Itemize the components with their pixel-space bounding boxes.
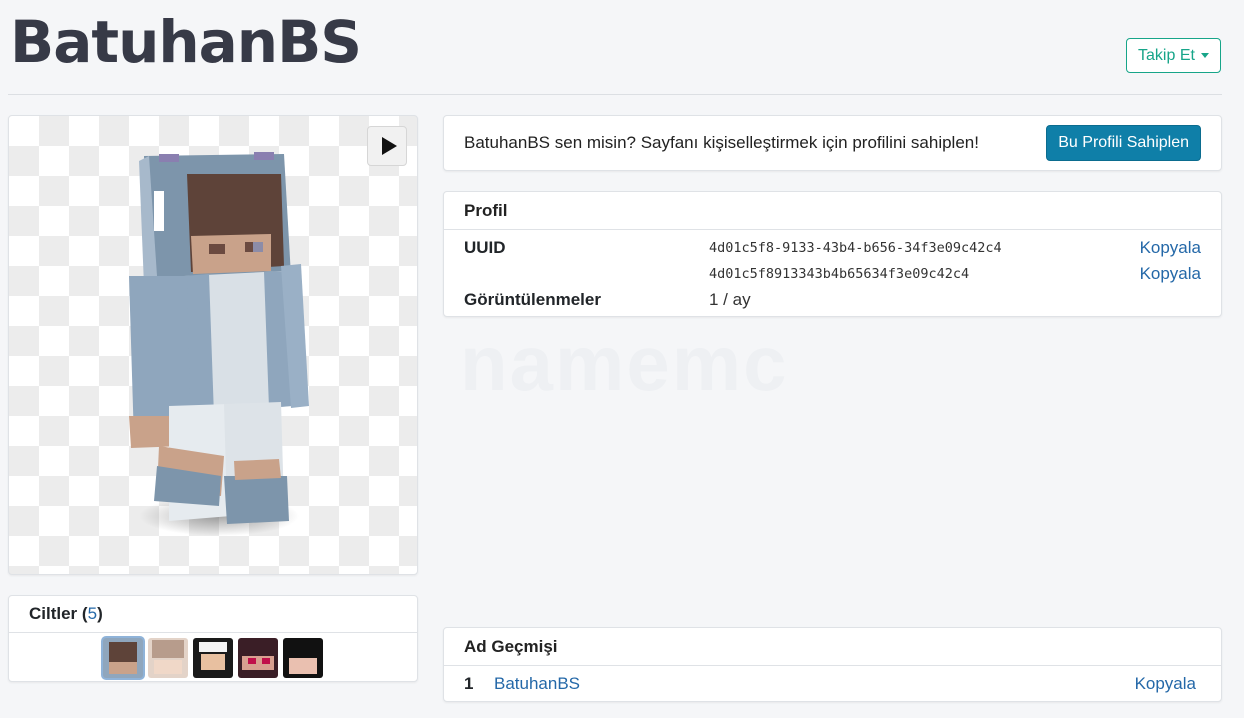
follow-button[interactable]: Takip Et [1126, 38, 1221, 73]
play-icon [381, 137, 397, 155]
claim-text: BatuhanBS sen misin? Sayfanı kişiselleşt… [464, 133, 979, 152]
skin-thumbnail[interactable] [148, 638, 188, 678]
chevron-down-icon [1200, 53, 1209, 58]
name-index: 1 [464, 674, 474, 693]
watermark: namemc [460, 319, 789, 407]
skin-thumbnail[interactable] [103, 638, 143, 678]
uuid-label: UUID [464, 238, 506, 257]
page-title: BatuhanBS [10, 8, 362, 76]
skin-thumbnail[interactable] [193, 638, 233, 678]
name-history-header: Ad Geçmişi [444, 628, 1221, 666]
copy-uuid-dashed-link[interactable]: Kopyala [1140, 238, 1201, 258]
uuid-row: UUID 4d01c5f8-9133-43b4-b656-34f3e09c42c… [464, 235, 1201, 261]
uuid-plain-row: 4d01c5f8913343b4b65634f3e09c42c4 Kopyala [464, 261, 1201, 287]
skins-card: Ciltler (5) [8, 595, 418, 682]
claim-profile-button[interactable]: Bu Profili Sahiplen [1046, 125, 1201, 161]
table-row: 1 BatuhanBS Kopyala [444, 666, 1221, 702]
profile-card: Profil UUID 4d01c5f8-9133-43b4-b656-34f3… [443, 191, 1222, 317]
divider [8, 94, 1222, 95]
profile-header: Profil [444, 192, 1221, 230]
skins-title: Ciltler [29, 604, 78, 623]
views-label: Görüntülenmeler [464, 290, 601, 309]
uuid-dashed-value: 4d01c5f8-9133-43b4-b656-34f3e09c42c4 [709, 240, 1002, 256]
skins-count[interactable]: 5 [88, 604, 97, 624]
skins-count-close: ) [97, 604, 103, 623]
skin-thumbnail[interactable] [283, 638, 323, 678]
uuid-plain-value: 4d01c5f8913343b4b65634f3e09c42c4 [709, 266, 970, 282]
views-row: Görüntülenmeler 1 / ay [464, 287, 1201, 313]
copy-uuid-plain-link[interactable]: Kopyala [1140, 264, 1201, 284]
copy-name-link[interactable]: Kopyala [1135, 674, 1196, 694]
play-button[interactable] [367, 126, 407, 166]
claim-profile-banner: BatuhanBS sen misin? Sayfanı kişiselleşt… [443, 115, 1222, 171]
name-link[interactable]: BatuhanBS [494, 674, 580, 693]
skins-header: Ciltler (5) [9, 596, 417, 633]
views-value: 1 / ay [709, 290, 751, 309]
name-history-card: Ad Geçmişi 1 BatuhanBS Kopyala [443, 627, 1222, 702]
skin-viewer[interactable] [8, 115, 418, 575]
skin-render[interactable] [9, 116, 418, 575]
skin-thumbnail[interactable] [238, 638, 278, 678]
follow-button-label: Takip Et [1138, 46, 1195, 64]
skin-thumbnails [9, 638, 417, 678]
